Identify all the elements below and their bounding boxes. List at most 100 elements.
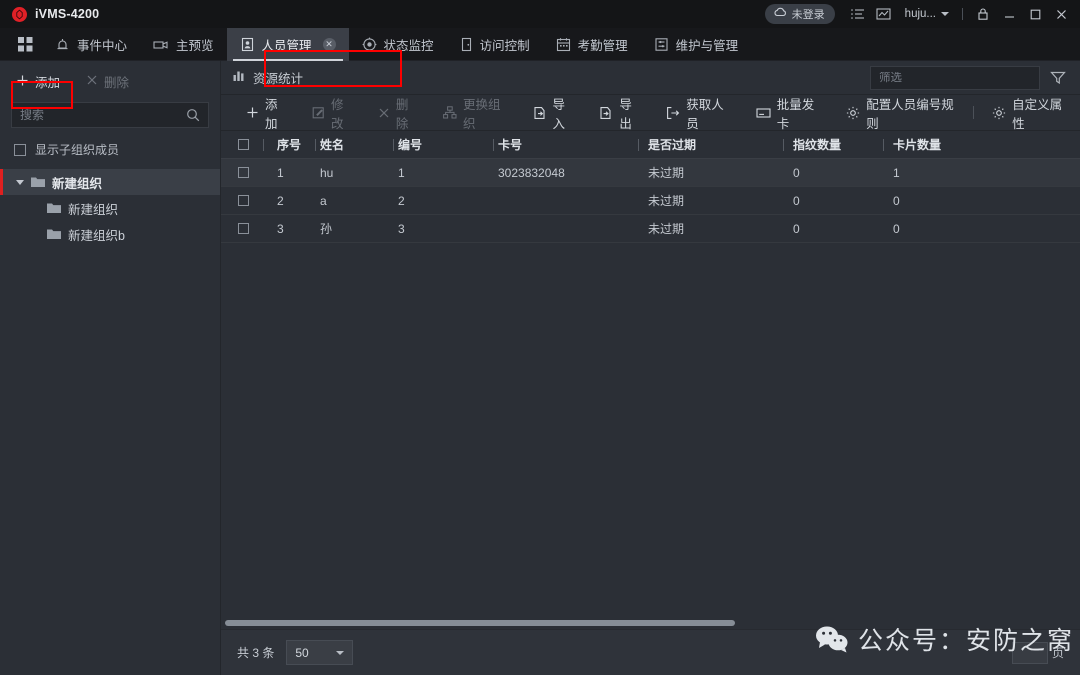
lock-icon[interactable] — [970, 2, 996, 26]
filter-input-box[interactable] — [870, 65, 1040, 90]
page-suffix-label: 页 — [1051, 646, 1064, 660]
pagination-controls[interactable]: 页 — [1011, 641, 1064, 664]
filter-input[interactable] — [879, 71, 1033, 84]
cell-name: a — [320, 193, 327, 208]
cell-number: 1 — [398, 165, 405, 180]
minimize-icon[interactable] — [996, 2, 1022, 26]
toolbar-label: 导出 — [619, 97, 632, 131]
row-checkbox-cell[interactable] — [221, 187, 263, 215]
tab-close-icon[interactable]: ✕ — [322, 37, 336, 51]
chevron-down-icon — [941, 12, 949, 16]
bar-chart-icon — [233, 70, 246, 85]
fetch-person-icon — [666, 106, 680, 120]
row-checkbox-cell[interactable] — [221, 215, 263, 243]
nav-item-attendance[interactable]: 考勤管理 — [543, 28, 641, 61]
total-count-label: 共 3 条 — [237, 646, 275, 660]
nav-label: 状态监控 — [383, 38, 434, 53]
column-divider — [393, 138, 394, 151]
cloud-icon — [773, 5, 787, 23]
nav-item-access-control[interactable]: 访问控制 — [447, 28, 543, 61]
toolbar-label: 自定义属性 — [1012, 97, 1063, 131]
row-checkbox-cell[interactable] — [221, 159, 263, 187]
toolbar-label: 删除 — [395, 97, 409, 131]
nav-label: 主预览 — [176, 38, 214, 53]
tree-item-label: 新建组织b — [68, 228, 125, 243]
tree-item-root[interactable]: 新建组织 — [0, 169, 220, 195]
table-row[interactable]: 1 hu 1 3023832048 未过期 0 1 — [221, 159, 1080, 187]
toolbar-label: 修改 — [330, 97, 344, 131]
row-checkbox[interactable] — [238, 167, 249, 178]
toolbar-import-button[interactable]: 导入 — [520, 95, 587, 131]
organization-tree: 新建组织 新建组织 新建组织b — [0, 169, 220, 675]
column-header-number[interactable]: 编号 — [393, 131, 493, 159]
select-all-checkbox[interactable] — [238, 139, 249, 150]
cell-card — [493, 215, 638, 243]
list-icon[interactable] — [845, 3, 871, 25]
select-all-cell[interactable] — [221, 131, 263, 159]
column-header-seq[interactable]: 序号 — [263, 131, 315, 159]
funnel-icon[interactable] — [1050, 70, 1068, 85]
column-divider — [638, 138, 639, 151]
sidebar-delete-button[interactable]: 删除 — [86, 72, 129, 91]
toolbar-add-button[interactable]: 添加 — [233, 95, 299, 131]
calendar-icon — [556, 37, 571, 52]
grid-icon[interactable] — [8, 36, 42, 52]
resource-statistics-label-group[interactable]: 资源统计 — [233, 68, 303, 87]
show-sub-org-members-row[interactable]: 显示子组织成员 — [0, 128, 220, 169]
toolbar-label: 添加 — [265, 97, 278, 131]
cell-fingerprints: 0 — [793, 165, 800, 180]
table-row[interactable]: 2 a 2 未过期 0 0 — [221, 187, 1080, 215]
nav-label: 考勤管理 — [577, 38, 628, 53]
nav-item-person-management[interactable]: 人员管理 ✕ — [226, 27, 349, 61]
search-icon[interactable] — [186, 108, 200, 122]
column-header-fingerprints[interactable]: 指纹数量 — [783, 131, 883, 159]
column-header-cards[interactable]: 卡片数量 — [883, 131, 983, 159]
toolbar-person-number-rule-button[interactable]: 配置人员编号规则 — [833, 95, 968, 131]
page-size-value: 50 — [295, 645, 309, 660]
nav-label: 人员管理 — [261, 38, 312, 53]
toolbar-change-org-button[interactable]: 更换组织 — [430, 95, 520, 131]
chevron-down-icon[interactable] — [16, 179, 24, 185]
toolbar-fetch-person-button[interactable]: 获取人员 — [653, 95, 743, 131]
maximize-icon[interactable] — [1022, 2, 1048, 26]
column-label: 卡片数量 — [893, 138, 942, 152]
main-navigation-bar: 事件中心 主预览 人员管理 ✕ 状态监控 访问控制 考勤管理 维护与管理 — [0, 27, 1080, 87]
chart-icon[interactable] — [871, 3, 897, 25]
nav-item-status-monitor[interactable]: 状态监控 — [349, 28, 447, 61]
page-size-select[interactable]: 50 — [286, 640, 354, 665]
sidebar-search-box[interactable] — [11, 102, 209, 128]
folder-icon — [47, 202, 61, 214]
nav-item-main-preview[interactable]: 主预览 — [140, 28, 227, 61]
search-input[interactable] — [20, 108, 186, 122]
cloud-login-status[interactable]: 未登录 — [764, 4, 835, 24]
toolbar-custom-attribute-button[interactable]: 自定义属性 — [979, 95, 1080, 131]
toolbar-export-button[interactable]: 导出 — [586, 95, 653, 131]
toolbar-edit-button[interactable]: 修改 — [299, 95, 365, 131]
import-icon — [533, 106, 547, 120]
row-checkbox[interactable] — [238, 195, 249, 206]
nav-item-maintenance[interactable]: 维护与管理 — [641, 28, 752, 61]
main-content-panel: 资源统计 筛选 添加 修改 删除 更换组织 导入 导出 获取人员 批量发卡 配置… — [221, 61, 1080, 675]
row-checkbox[interactable] — [238, 223, 249, 234]
horizontal-scrollbar[interactable] — [221, 616, 1080, 629]
table-row[interactable]: 3 孙 3 未过期 0 0 — [221, 215, 1080, 243]
toolbar-delete-button[interactable]: 删除 — [365, 95, 430, 131]
resource-statistics-label: 资源统计 — [253, 72, 304, 86]
sidebar-add-label: 添加 — [35, 76, 61, 90]
column-header-name[interactable]: 姓名 — [315, 131, 393, 159]
table-status-bar: 共 3 条 50 页 — [221, 629, 1080, 675]
folder-icon — [47, 228, 61, 240]
column-header-expired[interactable]: 是否过期 — [638, 131, 783, 159]
column-header-card[interactable]: 卡号 — [493, 131, 638, 159]
close-icon[interactable] — [1048, 2, 1074, 26]
show-sub-org-checkbox[interactable] — [14, 143, 26, 156]
page-number-input[interactable] — [1011, 641, 1048, 664]
horizontal-scrollbar-thumb[interactable] — [225, 620, 735, 626]
toolbar-batch-card-button[interactable]: 批量发卡 — [743, 95, 833, 131]
nav-label: 事件中心 — [77, 38, 128, 53]
nav-item-event-center[interactable]: 事件中心 — [42, 28, 140, 61]
tree-item-child-2[interactable]: 新建组织b — [0, 221, 220, 247]
user-menu[interactable]: huju... — [897, 8, 955, 20]
tree-item-child-1[interactable]: 新建组织 — [0, 195, 220, 221]
sidebar-add-button[interactable]: 添加 — [16, 72, 60, 91]
